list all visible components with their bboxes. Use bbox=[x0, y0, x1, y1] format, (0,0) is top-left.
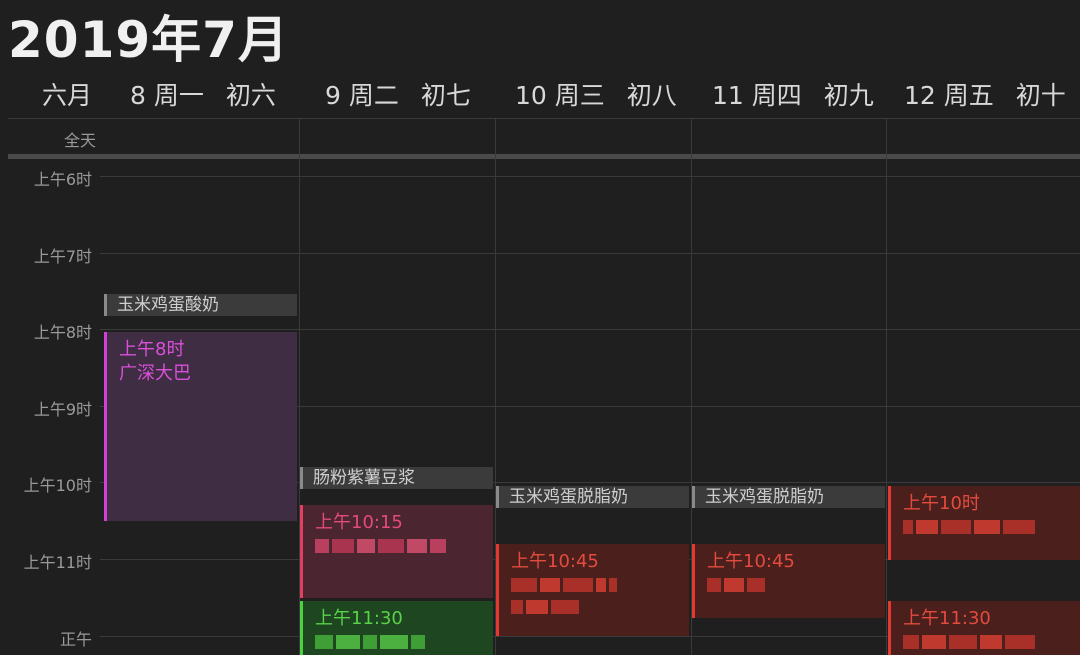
event-time: 上午10:45 bbox=[511, 551, 599, 572]
event-chip-mon[interactable]: 玉米鸡蛋酸奶 bbox=[104, 294, 297, 316]
event-chip-thu[interactable]: 玉米鸡蛋脱脂奶 bbox=[692, 486, 885, 508]
hour-label: 上午8时 bbox=[33, 323, 92, 342]
event-chip-tue[interactable]: 肠粉紫薯豆浆 bbox=[300, 467, 493, 489]
redacted-title bbox=[315, 539, 493, 557]
event-time: 上午11:30 bbox=[315, 608, 403, 629]
event-wed-1045[interactable]: 上午10:45 bbox=[496, 544, 689, 636]
event-tue-1130[interactable]: 上午11:30 bbox=[300, 601, 493, 655]
redacted-title bbox=[903, 635, 1080, 653]
event-tue-1015[interactable]: 上午10:15 bbox=[300, 505, 493, 598]
hour-label: 上午11时 bbox=[23, 553, 92, 572]
redacted-title bbox=[511, 578, 689, 596]
event-time: 上午10:45 bbox=[707, 551, 795, 572]
grid-line bbox=[100, 176, 1080, 177]
grid-line bbox=[100, 329, 1080, 330]
hour-label: 正午 bbox=[59, 630, 92, 649]
event-thu-1045[interactable]: 上午10:45 bbox=[692, 544, 885, 618]
grid-line bbox=[8, 118, 1080, 119]
event-title: 广深大巴 bbox=[119, 363, 191, 384]
redacted-detail bbox=[511, 600, 689, 618]
grid-line bbox=[100, 253, 1080, 254]
allday-divider bbox=[8, 154, 1080, 159]
redacted-title bbox=[707, 578, 885, 596]
hour-label: 上午10时 bbox=[23, 476, 92, 495]
hour-label: 上午9时 bbox=[33, 400, 92, 419]
event-fri-10[interactable]: 上午10时 bbox=[888, 486, 1080, 560]
event-time: 上午10:15 bbox=[315, 512, 403, 533]
event-time: 上午8时 bbox=[119, 339, 185, 360]
redacted-title bbox=[315, 635, 493, 653]
column-divider bbox=[886, 118, 887, 655]
event-fri-1130[interactable]: 上午11:30 bbox=[888, 601, 1080, 655]
allday-label: 全天 bbox=[63, 131, 96, 150]
hour-label: 上午6时 bbox=[33, 170, 92, 189]
event-time: 上午11:30 bbox=[903, 608, 991, 629]
redacted-title bbox=[903, 520, 1080, 538]
hour-label: 上午7时 bbox=[33, 247, 92, 266]
event-mon-bus[interactable]: 上午8时 广深大巴 bbox=[104, 332, 297, 521]
event-chip-wed[interactable]: 玉米鸡蛋脱脂奶 bbox=[496, 486, 689, 508]
event-time: 上午10时 bbox=[903, 493, 980, 514]
